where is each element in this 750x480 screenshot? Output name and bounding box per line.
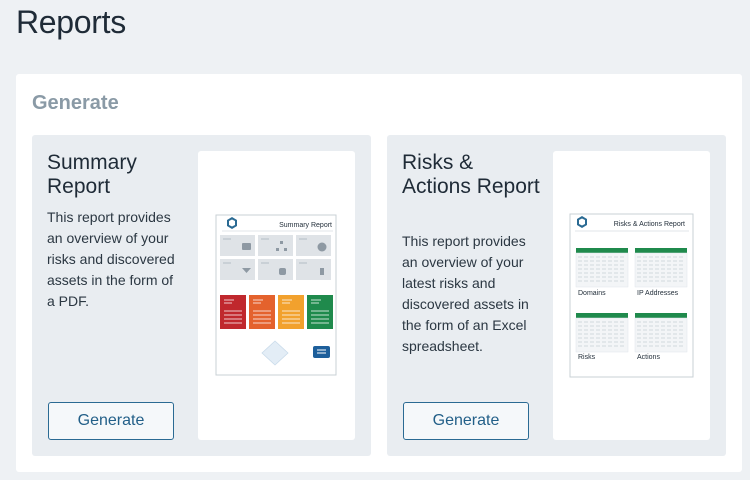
sheet-domains [575,248,629,288]
generate-panel: Generate Summary Report This report prov… [16,74,742,472]
generate-risks-actions-button[interactable]: Generate [403,402,529,440]
globe-icon [317,242,327,252]
thumbnail-header: Risks & Actions Report [614,221,685,228]
card-title: Risks & Actions Report [402,151,540,198]
panel-title: Generate [32,92,119,114]
sheet-actions [634,313,688,353]
card-description: This report provides an overview of your… [47,209,175,309]
sheet-risks [575,313,629,353]
summary-report-thumbnail: Summary Report [198,151,355,440]
card-description: This report provides an overview of your… [402,233,529,354]
card-title: Summary Report [47,151,137,198]
id-card-icon [242,243,251,250]
sheet-label: Risks [578,354,596,361]
risks-actions-thumbnail: Risks & Actions Report Domains IP Addres… [553,151,710,440]
plug-icon [320,268,324,275]
sheet-ip-addresses [634,248,688,288]
summary-report-card: Summary Report This report provides an o… [32,135,371,456]
sheet-label: Domains [578,290,606,297]
generate-summary-button[interactable]: Generate [48,402,174,440]
page-title: Reports [16,4,126,40]
sheet-label: IP Addresses [637,290,679,297]
hand-icon [279,268,286,275]
chat-icon [313,346,330,358]
risks-actions-report-card: Risks & Actions Report This report provi… [387,135,726,456]
sheet-label: Actions [637,354,660,361]
thumbnail-header: Summary Report [279,222,332,229]
